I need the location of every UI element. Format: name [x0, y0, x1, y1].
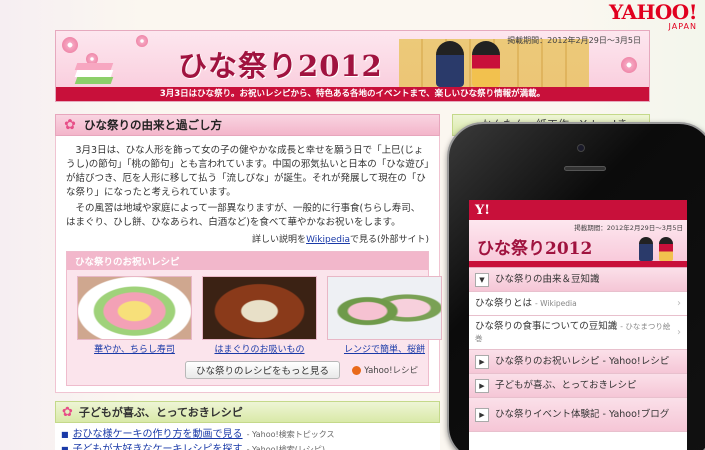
wiki-prefix: 詳しい説明を — [252, 235, 307, 245]
mobile-period: 掲載期間：2012年2月29日〜3月5日 — [574, 224, 683, 232]
chirashi-sushi-photo[interactable] — [77, 276, 192, 340]
play-arrow-icon: ▶ — [475, 378, 489, 393]
origin-paragraph-2: その風習は地域や家庭によって一部異なりますが、一般的に行事食(ちらし寿司、はまぐ… — [66, 203, 421, 228]
banner-caption: 3月3日はひな祭り。お祝いレシピから、特色ある各地のイベントまで、楽しいひな祭り… — [56, 87, 649, 101]
recipe-item: レンジで簡単、桜餅 — [327, 276, 442, 355]
smartphone-mockup: Y! 掲載期間：2012年2月29日〜3月5日 ひな祭り2012 ▼ ひな祭りの… — [447, 122, 705, 450]
link-source: - Yahoo!検索(レシピ) — [246, 445, 325, 450]
chevron-right-icon: › — [677, 327, 681, 338]
phone-screen: Y! 掲載期間：2012年2月29日〜3月5日 ひな祭り2012 ▼ ひな祭りの… — [469, 200, 687, 450]
recipe-link[interactable]: 華やか、ちらし寿司 — [77, 342, 192, 355]
main-content: ✿ ひな祭りの由来と過ごし方 3月3日は、ひな人形を飾って女の子の健やかな成長と… — [55, 114, 442, 450]
wikipedia-line: 詳しい説明をWikipediaで見る(外部サイト) — [66, 232, 429, 245]
yahoo-japan-logo[interactable]: YAHOO! JAPAN — [608, 0, 698, 31]
mobile-menu-item[interactable]: ひな祭りの食事についての豆知識 - ひなまつり絵巻 › — [469, 316, 687, 350]
origin-paragraph-1: 3月3日は、ひな人形を飾って女の子の健やかな成長と幸せを願う日で「上巳(じょうし… — [66, 145, 429, 198]
mobile-yahoo-logo[interactable]: Y! — [475, 203, 490, 218]
origin-body: 3月3日は、ひな人形を飾って女の子の健やかな成長と幸せを願う日で「上巳(じょうし… — [55, 136, 442, 393]
sakura-icon: ✿ — [62, 404, 73, 420]
bullet-icon: ■ — [61, 445, 69, 450]
mobile-item-label: ひな祭りの由来＆豆知識 — [495, 273, 600, 285]
recipe-header: ひな祭りのお祝いレシピ — [67, 252, 428, 270]
mobile-banner-strip — [469, 261, 687, 267]
empress-doll-icon — [659, 237, 673, 261]
banner-period: 掲載期間：2012年2月29日〜3月5日 — [507, 36, 641, 45]
empress-doll-icon — [472, 41, 500, 87]
sakura-mochi-photo[interactable] — [327, 276, 442, 340]
mobile-title: ひな祭り2012 — [477, 239, 593, 259]
kids-heading: 子どもが喜ぶ、とっておきレシピ — [78, 406, 243, 419]
recipe-item: はまぐりのお吸いもの — [202, 276, 317, 355]
mobile-menu-item[interactable]: ▶ ひな祭りのお祝いレシピ - Yahoo!レシピ — [469, 350, 687, 374]
more-recipes-button[interactable]: ひな祭りのレシピをもっと見る — [185, 361, 341, 379]
list-item: ■ 子どもが大好きなケーキレシピを探す - Yahoo!検索(レシピ) — [61, 442, 434, 450]
logo-main-text: YAHOO! — [608, 0, 698, 24]
mobile-item-label: ひな祭りの食事についての豆知識 - ひなまつり絵巻 — [475, 321, 673, 345]
hinamatsuri-banner: 掲載期間：2012年2月29日〜3月5日 ひな祭り2012 3月3日はひな祭り。… — [55, 30, 650, 102]
bullet-icon: ■ — [61, 430, 69, 439]
recipe-link[interactable]: はまぐりのお吸いもの — [202, 342, 317, 355]
sakura-icon: ✿ — [64, 117, 76, 133]
banner-title: ひな祭り2012 — [178, 43, 383, 85]
banner-year: 2012 — [298, 49, 383, 83]
play-arrow-icon: ▶ — [475, 407, 489, 422]
mobile-menu-list: ▼ ひな祭りの由来＆豆知識 ひな祭りとは - Wikipedia › ひな祭りの… — [469, 268, 687, 432]
recipe-link[interactable]: レンジで簡単、桜餅 — [327, 342, 442, 355]
banner-title-text: ひな祭り — [178, 49, 299, 83]
mobile-header: Y! — [469, 200, 687, 220]
recipe-box: ひな祭りのお祝いレシピ 華やか、ちらし寿司 はまぐりのお吸いもの レンジで簡単、… — [66, 251, 442, 386]
yahoo-recipe-icon — [352, 365, 362, 375]
kids-link[interactable]: 子どもが大好きなケーキレシピを探す — [73, 442, 243, 450]
recipe-item: 華やか、ちらし寿司 — [77, 276, 192, 355]
emperor-doll-icon — [639, 237, 653, 261]
mobile-menu-item[interactable]: ひな祭りとは - Wikipedia › — [469, 292, 687, 316]
chevron-down-icon: ▼ — [475, 272, 489, 287]
recipe-heading: ひな祭りのお祝いレシピ — [75, 257, 180, 268]
mobile-item-label: 子どもが喜ぶ、とっておきレシピ — [495, 379, 637, 391]
more-row: ひな祭りのレシピをもっと見る Yahoo!レシピ — [67, 355, 428, 385]
mobile-menu-item[interactable]: ▶ 子どもが喜ぶ、とっておきレシピ — [469, 374, 687, 398]
mobile-menu-item[interactable]: ▼ ひな祭りの由来＆豆知識 — [469, 268, 687, 292]
link-source: - Yahoo!検索トピックス — [246, 430, 335, 439]
play-arrow-icon: ▶ — [475, 354, 489, 369]
mobile-item-text: ひな祭りの食事についての豆知識 — [475, 320, 618, 332]
origin-heading: ひな祭りの由来と過ごし方 — [84, 118, 222, 132]
yahoo-recipe-brand[interactable]: Yahoo!レシピ — [352, 364, 418, 376]
mobile-banner: 掲載期間：2012年2月29日〜3月5日 ひな祭り2012 — [469, 220, 687, 268]
phone-speaker — [564, 166, 606, 171]
origin-section-header: ✿ ひな祭りの由来と過ごし方 — [55, 114, 440, 136]
mobile-item-text: ひな祭りとは — [475, 297, 533, 309]
cherry-blossom-icon — [621, 57, 637, 73]
emperor-doll-icon — [436, 41, 464, 87]
recipe-row: 華やか、ちらし寿司 はまぐりのお吸いもの レンジで簡単、桜餅 — [67, 270, 442, 355]
cherry-blossom-icon — [136, 35, 148, 47]
phone-camera — [577, 144, 585, 152]
wikipedia-link[interactable]: Wikipedia — [306, 235, 350, 245]
mobile-item-source: - Wikipedia — [535, 298, 577, 308]
chevron-right-icon: › — [677, 298, 681, 309]
mobile-item-label: ひな祭りのお祝いレシピ - Yahoo!レシピ — [495, 355, 670, 367]
list-item: ■ おひな様ケーキの作り方を動画で見る - Yahoo!検索トピックス — [61, 427, 434, 442]
hishimochi-icon — [74, 63, 114, 85]
kids-link[interactable]: おひな様ケーキの作り方を動画で見る — [73, 427, 243, 442]
kids-link-list: ■ おひな様ケーキの作り方を動画で見る - Yahoo!検索トピックス ■ 子ど… — [55, 423, 440, 450]
kids-section-header: ✿ 子どもが喜ぶ、とっておきレシピ — [55, 401, 440, 423]
mobile-item-label: ひな祭りイベント体験記 - Yahoo!ブログ — [495, 408, 670, 420]
wiki-suffix: で見る(外部サイト) — [349, 235, 429, 245]
mobile-item-label: ひな祭りとは - Wikipedia — [475, 298, 673, 310]
clam-soup-photo[interactable] — [202, 276, 317, 340]
cherry-blossom-icon — [62, 37, 78, 53]
mobile-menu-item[interactable]: ▶ ひな祭りイベント体験記 - Yahoo!ブログ — [469, 398, 687, 432]
yahoo-recipe-label: Yahoo!レシピ — [364, 366, 418, 376]
